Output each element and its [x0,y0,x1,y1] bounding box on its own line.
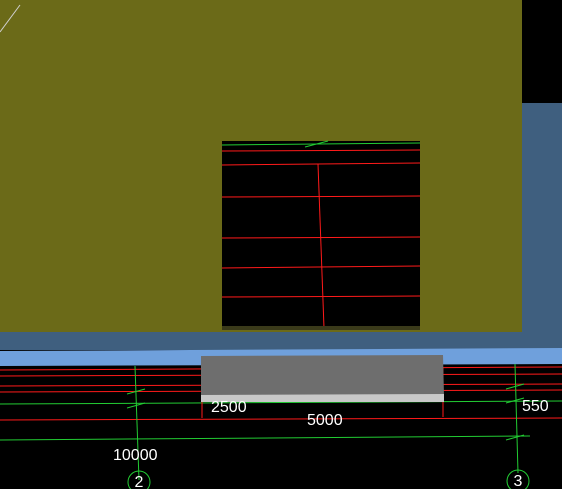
floor-band [0,330,562,350]
side-panel-face [522,103,562,348]
dimension-2500: 2500 [211,399,247,416]
dimension-5000: 5000 [307,412,343,429]
dimension-10000: 10000 [113,447,158,464]
opening-sill [222,326,420,330]
cad-3d-viewport[interactable]: 2500 5000 550 10000 2 3 [0,0,562,489]
axis-label-2: 2 [134,474,144,489]
slab-element[interactable] [201,355,444,396]
model-canvas[interactable] [0,0,562,489]
dimension-550: 550 [522,398,549,415]
axis-label-3: 3 [513,473,523,489]
